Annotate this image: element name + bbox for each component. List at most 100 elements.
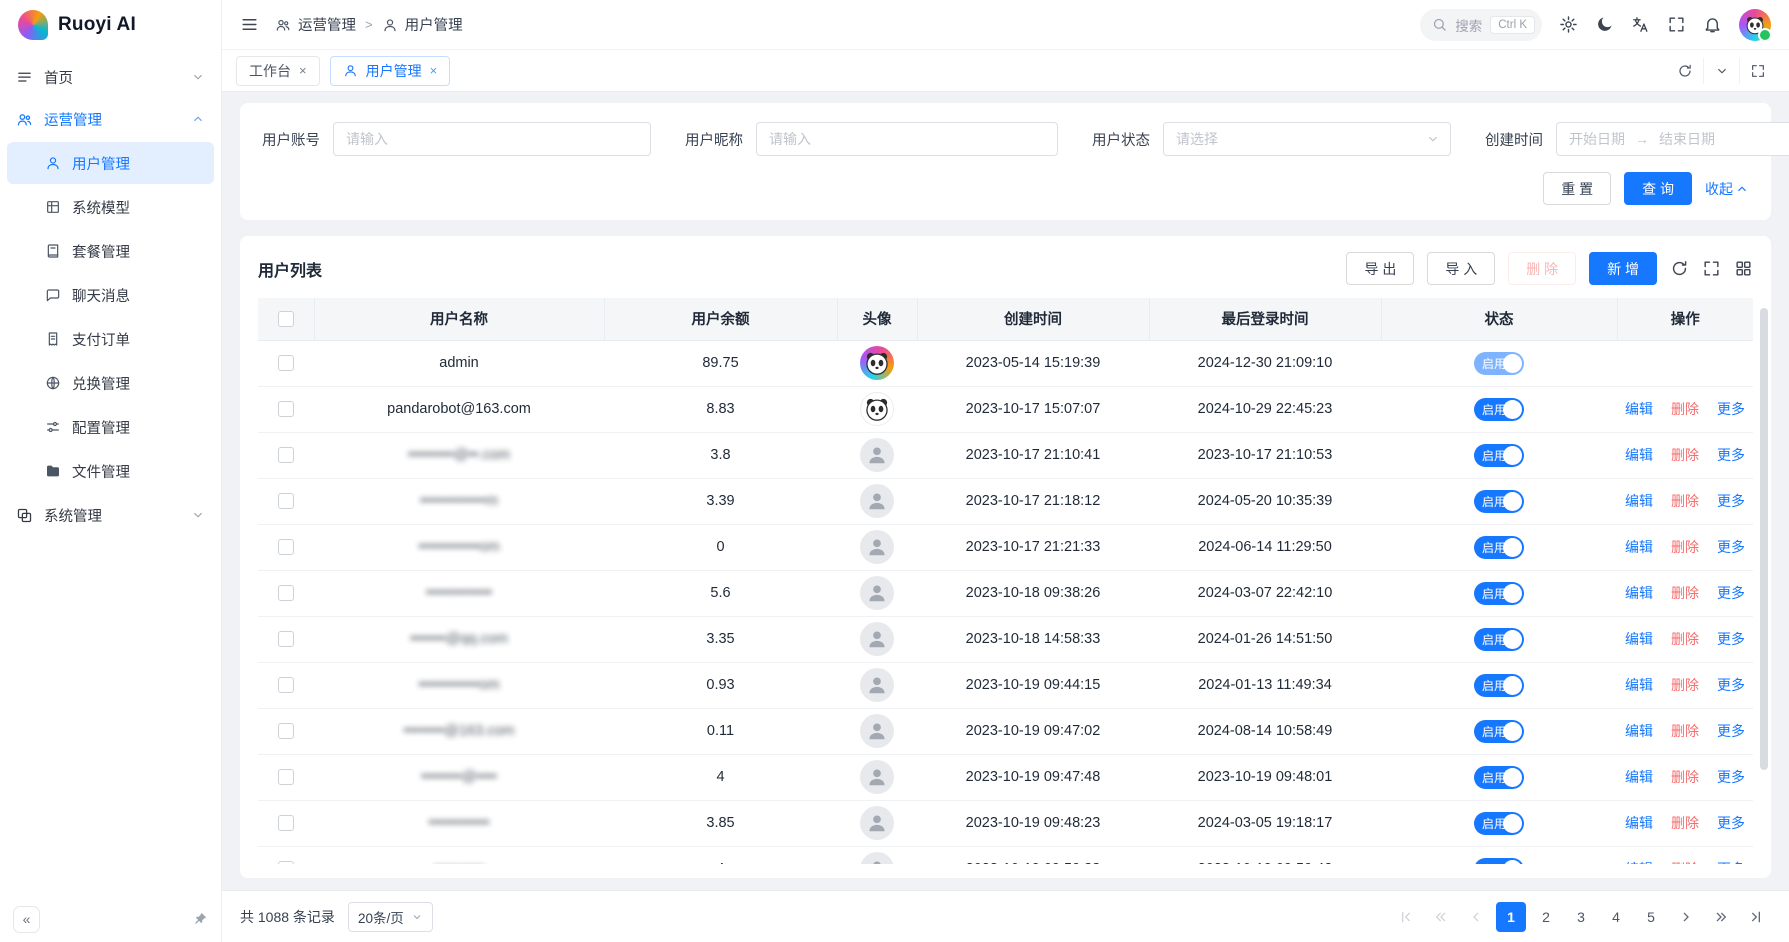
sidebar-subitem[interactable]: 支付订单 <box>7 318 214 360</box>
page-button-4[interactable]: 4 <box>1601 902 1631 932</box>
fullscreen-icon[interactable] <box>1667 15 1686 34</box>
delete-link[interactable]: 删除 <box>1671 539 1699 555</box>
delete-link[interactable]: 删除 <box>1671 677 1699 693</box>
edit-link[interactable]: 编辑 <box>1625 447 1653 463</box>
edit-link[interactable]: 编辑 <box>1625 401 1653 417</box>
reset-button[interactable]: 重 置 <box>1543 172 1611 205</box>
export-button[interactable]: 导 出 <box>1346 252 1414 285</box>
more-link[interactable]: 更多 <box>1717 677 1745 693</box>
first-page-button[interactable] <box>1391 902 1421 932</box>
delete-link[interactable]: 删除 <box>1671 585 1699 601</box>
row-checkbox[interactable] <box>278 355 294 371</box>
status-toggle[interactable]: 启用 <box>1474 720 1524 743</box>
page-button-5[interactable]: 5 <box>1636 902 1666 932</box>
row-checkbox[interactable] <box>278 861 294 864</box>
more-link[interactable]: 更多 <box>1717 585 1745 601</box>
edit-link[interactable]: 编辑 <box>1625 723 1653 739</box>
more-link[interactable]: 更多 <box>1717 539 1745 555</box>
row-checkbox[interactable] <box>278 493 294 509</box>
more-link[interactable]: 更多 <box>1717 631 1745 647</box>
tab-options-chevron-icon[interactable] <box>1703 58 1739 84</box>
last-page-button[interactable] <box>1741 902 1771 932</box>
delete-link[interactable]: 删除 <box>1671 723 1699 739</box>
delete-link[interactable]: 删除 <box>1671 815 1699 831</box>
delete-link[interactable]: 删除 <box>1671 493 1699 509</box>
page-size-select[interactable]: 20条/页 <box>348 902 433 932</box>
sidebar-item-system[interactable]: 系统管理 <box>0 494 221 536</box>
row-checkbox[interactable] <box>278 677 294 693</box>
row-checkbox[interactable] <box>278 769 294 785</box>
status-toggle[interactable]: 启用 <box>1474 582 1524 605</box>
sidebar-subitem[interactable]: 聊天消息 <box>7 274 214 316</box>
status-toggle[interactable]: 启用 <box>1474 766 1524 789</box>
page-button-1[interactable]: 1 <box>1496 902 1526 932</box>
page-button-3[interactable]: 3 <box>1566 902 1596 932</box>
row-checkbox[interactable] <box>278 815 294 831</box>
row-checkbox[interactable] <box>278 631 294 647</box>
prev-page-button[interactable] <box>1461 902 1491 932</box>
edit-link[interactable]: 编辑 <box>1625 815 1653 831</box>
hamburger-menu-icon[interactable] <box>240 15 259 34</box>
edit-link[interactable]: 编辑 <box>1625 677 1653 693</box>
content-fullscreen-icon[interactable] <box>1739 58 1775 84</box>
account-input[interactable] <box>333 122 651 156</box>
vertical-scrollbar[interactable] <box>1760 308 1768 770</box>
row-checkbox[interactable] <box>278 585 294 601</box>
dark-mode-moon-icon[interactable] <box>1595 15 1614 34</box>
more-link[interactable]: 更多 <box>1717 447 1745 463</box>
sidebar-subitem[interactable]: 用户管理 <box>7 142 214 184</box>
user-avatar[interactable] <box>1739 9 1771 41</box>
status-toggle[interactable]: 启用 <box>1474 536 1524 559</box>
select-all-checkbox[interactable] <box>278 311 294 327</box>
edit-link[interactable]: 编辑 <box>1625 493 1653 509</box>
sidebar-subitem[interactable]: 配置管理 <box>7 406 214 448</box>
refresh-icon[interactable] <box>1670 259 1689 278</box>
global-search[interactable]: 搜索 Ctrl K <box>1420 9 1542 41</box>
status-toggle[interactable]: 启用 <box>1474 628 1524 651</box>
status-toggle[interactable]: 启用 <box>1474 812 1524 835</box>
column-settings-icon[interactable] <box>1734 259 1753 278</box>
delete-link[interactable]: 删除 <box>1671 631 1699 647</box>
edit-link[interactable]: 编辑 <box>1625 539 1653 555</box>
edit-link[interactable]: 编辑 <box>1625 585 1653 601</box>
edit-link[interactable]: 编辑 <box>1625 631 1653 647</box>
page-button-2[interactable]: 2 <box>1531 902 1561 932</box>
next-page-button[interactable] <box>1671 902 1701 932</box>
sidebar-subitem[interactable]: 文件管理 <box>7 450 214 492</box>
row-checkbox[interactable] <box>278 723 294 739</box>
status-toggle[interactable]: 启用 <box>1474 398 1524 421</box>
status-toggle[interactable]: 启用 <box>1474 352 1524 375</box>
notification-bell-icon[interactable] <box>1703 15 1722 34</box>
prev-group-button[interactable] <box>1426 902 1456 932</box>
delete-link[interactable]: 删除 <box>1671 447 1699 463</box>
table-fullscreen-icon[interactable] <box>1702 259 1721 278</box>
collapse-filters-link[interactable]: 收起 <box>1705 179 1749 199</box>
row-checkbox[interactable] <box>278 401 294 417</box>
status-toggle[interactable]: 启用 <box>1474 674 1524 697</box>
next-group-button[interactable] <box>1706 902 1736 932</box>
query-button[interactable]: 查 询 <box>1624 172 1692 205</box>
tab-user-management[interactable]: 用户管理 × <box>330 56 451 86</box>
sidebar-item-operations[interactable]: 运营管理 <box>0 98 221 140</box>
more-link[interactable]: 更多 <box>1717 769 1745 785</box>
delete-link[interactable]: 删除 <box>1671 769 1699 785</box>
more-link[interactable]: 更多 <box>1717 401 1745 417</box>
import-button[interactable]: 导 入 <box>1427 252 1495 285</box>
delete-button[interactable]: 删 除 <box>1508 252 1576 285</box>
logo[interactable]: Ruoyi AI <box>0 0 221 50</box>
close-icon[interactable]: × <box>430 64 438 77</box>
sidebar-collapse-button[interactable]: « <box>13 906 40 933</box>
tab-refresh-icon[interactable] <box>1667 58 1703 84</box>
status-toggle[interactable]: 启用 <box>1474 490 1524 513</box>
status-toggle[interactable]: 启用 <box>1474 444 1524 467</box>
more-link[interactable]: 更多 <box>1717 493 1745 509</box>
more-link[interactable]: 更多 <box>1717 723 1745 739</box>
close-icon[interactable]: × <box>299 64 307 77</box>
sidebar-subitem[interactable]: 兑换管理 <box>7 362 214 404</box>
breadcrumb-operations[interactable]: 运营管理 <box>275 14 356 35</box>
sidebar-subitem[interactable]: 套餐管理 <box>7 230 214 272</box>
breadcrumb-user-management[interactable]: 用户管理 <box>382 14 463 35</box>
settings-gear-icon[interactable] <box>1559 15 1578 34</box>
edit-link[interactable]: 编辑 <box>1625 861 1653 864</box>
row-checkbox[interactable] <box>278 539 294 555</box>
